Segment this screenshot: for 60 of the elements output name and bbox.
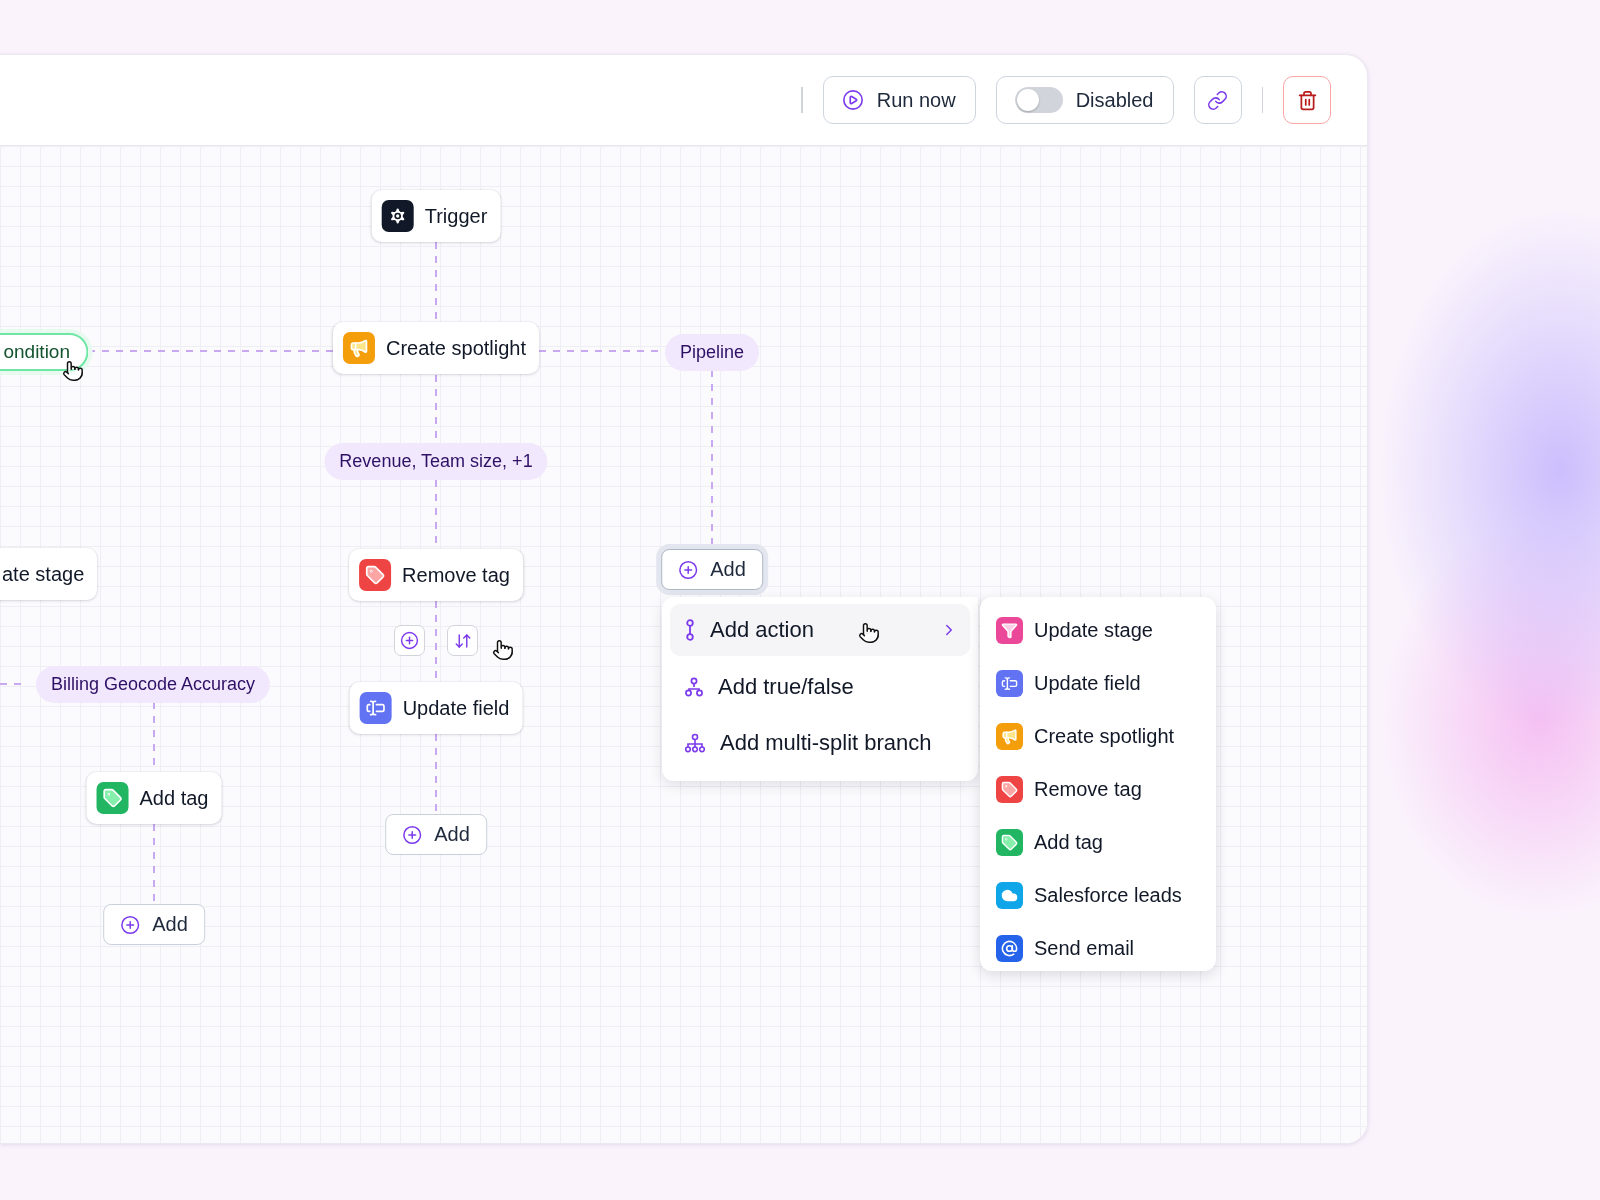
submenu-item[interactable]: Send email xyxy=(980,922,1216,975)
funnel-icon xyxy=(996,617,1023,644)
submenu-item[interactable]: Remove tag xyxy=(980,763,1216,816)
submenu-item[interactable]: Add tag xyxy=(980,816,1216,869)
menu-item[interactable]: Add action xyxy=(670,604,970,656)
menu-item[interactable]: Add multi-split branch xyxy=(670,717,970,769)
multi-branch-icon xyxy=(684,733,706,754)
trash-icon xyxy=(1296,89,1318,111)
plus-icon xyxy=(402,824,423,845)
remove-tag-icon xyxy=(359,559,392,591)
workflow-node[interactable]: Remove tag xyxy=(349,549,523,601)
workflow-node[interactable]: Add tag xyxy=(86,772,222,824)
node-label: Update field xyxy=(402,696,510,720)
workflow-node[interactable]: ate stage xyxy=(0,548,98,600)
play-icon xyxy=(841,89,864,111)
connector-line xyxy=(0,683,24,685)
plus-icon xyxy=(120,914,141,935)
hand-cursor-icon xyxy=(492,639,514,661)
link-icon xyxy=(1207,89,1228,111)
submenu-item[interactable]: Update stage xyxy=(980,604,1216,657)
node-label: Remove tag xyxy=(402,563,510,587)
node-label: ate stage xyxy=(2,562,85,586)
delete-button[interactable] xyxy=(1283,76,1331,124)
remove-tag-icon xyxy=(996,776,1023,803)
workflow-node[interactable]: Create spotlight xyxy=(332,322,540,374)
add-button[interactable]: Add xyxy=(103,904,205,945)
add-step-button[interactable] xyxy=(394,625,425,656)
status-toggle[interactable]: Disabled xyxy=(995,76,1174,124)
text-field-icon xyxy=(359,692,392,724)
workflow-node[interactable]: Update field xyxy=(349,682,523,734)
node-label: Add tag xyxy=(139,786,209,810)
plus-icon xyxy=(400,631,419,650)
submenu-item[interactable]: Create spotlight xyxy=(980,710,1216,763)
add-tag-icon xyxy=(96,782,129,814)
reorder-button[interactable] xyxy=(447,625,478,656)
run-now-button[interactable]: Run now xyxy=(822,76,976,124)
branch-icon xyxy=(684,676,704,697)
workflow-node[interactable]: Trigger xyxy=(371,190,501,242)
megaphone-icon xyxy=(342,332,375,364)
menu-item[interactable]: Add true/false xyxy=(670,660,970,713)
submenu-item[interactable]: Salesforce leads xyxy=(980,869,1216,922)
plus-icon xyxy=(678,559,699,580)
at-sign-icon xyxy=(996,935,1023,962)
submenu-item[interactable]: Update field xyxy=(980,657,1216,710)
add-button[interactable]: Add xyxy=(385,814,487,855)
branch-label[interactable]: Pipeline xyxy=(665,334,759,371)
hand-cursor-icon xyxy=(62,360,84,382)
branch-label[interactable]: Billing Geocode Accuracy xyxy=(35,666,271,703)
hand-cursor-icon xyxy=(858,622,880,644)
copy-link-button[interactable] xyxy=(1193,76,1242,124)
megaphone-icon xyxy=(996,723,1023,750)
node-label: Trigger xyxy=(424,204,488,228)
branch-label[interactable]: Revenue, Team size, +1 xyxy=(324,443,548,480)
gear-icon xyxy=(381,200,414,232)
step-icon xyxy=(684,618,696,641)
cloud-icon xyxy=(996,882,1023,909)
node-label: Create spotlight xyxy=(385,336,527,360)
text-field-icon xyxy=(996,670,1023,697)
swap-arrows-icon xyxy=(453,631,472,650)
add-tag-icon xyxy=(996,829,1023,856)
